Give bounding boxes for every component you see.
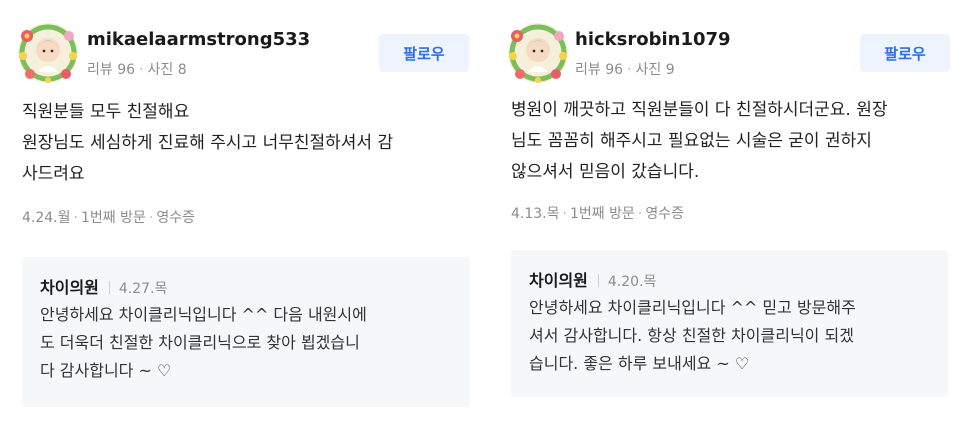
owner-reply: 차이의원 4.20.목 안녕하세요 차이클리닉입니다 ^^ 믿고 방문해주 셔서 … bbox=[511, 250, 948, 397]
separator-dot: · bbox=[73, 210, 78, 226]
separator-dot: · bbox=[637, 206, 643, 222]
receipt-label: 영수증 bbox=[645, 206, 684, 222]
review-count: 리뷰 96 bbox=[87, 62, 136, 78]
reply-date: 4.27.목 bbox=[118, 281, 168, 297]
review-line: 직원분들 모두 친절해요 bbox=[22, 102, 190, 122]
review-body[interactable]: 직원분들 모두 친절해요 원장님도 세심하게 진료해 주시고 너무친절하셔서 감… bbox=[22, 97, 452, 190]
reply-body: 안녕하세요 차이클리닉입니다 ^^ 믿고 방문해주 셔서 감사합니다. 항상 친… bbox=[529, 294, 944, 378]
reply-author: 차이의원 bbox=[529, 271, 588, 290]
avatar[interactable] bbox=[17, 22, 79, 84]
visit-info: 4.13.목 · 1번째 방문 · 영수증 bbox=[511, 203, 684, 223]
flower-wreath-avatar-icon bbox=[508, 23, 568, 83]
separator-dot: · bbox=[562, 206, 567, 222]
visit-date: 4.13.목 bbox=[511, 206, 560, 222]
visit-count: 1번째 방문 bbox=[80, 210, 146, 226]
photo-count: 사진 8 bbox=[147, 62, 187, 78]
review-count: 리뷰 96 bbox=[575, 62, 624, 78]
review-line: 사드려요 bbox=[22, 164, 85, 184]
reply-author: 차이의원 bbox=[40, 278, 99, 297]
review-line: 않으셔서 믿음이 갔습니다. bbox=[511, 162, 700, 182]
reply-line: 습니다. 좋은 하루 보내세요 ~ ♡ bbox=[529, 354, 750, 373]
visit-date: 4.24.월 bbox=[22, 210, 71, 226]
review-line: 님도 꼼꼼히 해주시고 필요없는 시술은 굳이 권하지 bbox=[511, 131, 872, 151]
follow-button[interactable]: 팔로우 bbox=[379, 34, 469, 72]
divider bbox=[108, 281, 110, 294]
review-line: 병원이 깨끗하고 직원분들이 다 친절하시더군요. 원장 bbox=[511, 100, 888, 120]
reply-line: 다 감사합니다 ~ ♡ bbox=[40, 361, 172, 380]
reviewer-username[interactable]: hicksrobin1079 bbox=[575, 29, 731, 50]
separator-dot: · bbox=[627, 62, 632, 78]
avatar[interactable] bbox=[507, 22, 569, 84]
reply-header: 차이의원 4.20.목 bbox=[529, 267, 656, 291]
separator-dot: · bbox=[139, 62, 144, 78]
reply-date: 4.20.목 bbox=[607, 274, 657, 290]
reviewer-username[interactable]: mikaelaarmstrong533 bbox=[87, 29, 310, 50]
follow-button[interactable]: 팔로우 bbox=[860, 34, 950, 72]
separator-dot: · bbox=[148, 210, 154, 226]
reply-line: 안녕하세요 차이클리닉입니다 ^^ 믿고 방문해주 bbox=[529, 298, 856, 317]
reply-body: 안녕하세요 차이클리닉입니다 ^^ 다음 내원시에 도 더욱더 친절한 차이클리… bbox=[40, 301, 455, 385]
visit-count: 1번째 방문 bbox=[569, 206, 635, 222]
receipt-label: 영수증 bbox=[156, 210, 195, 226]
visit-info: 4.24.월 · 1번째 방문 · 영수증 bbox=[22, 207, 195, 227]
reviewer-stats: 리뷰 96 · 사진 8 bbox=[87, 59, 187, 79]
review-line: 원장님도 세심하게 진료해 주시고 너무친절하셔서 감 bbox=[22, 133, 394, 153]
reply-line: 셔서 감사합니다. 항상 친절한 차이클리닉이 되겠 bbox=[529, 326, 854, 345]
divider bbox=[597, 274, 599, 287]
photo-count: 사진 9 bbox=[635, 62, 675, 78]
review-body[interactable]: 병원이 깨끗하고 직원분들이 다 친절하시더군요. 원장 님도 꼼꼼히 해주시고… bbox=[511, 95, 941, 188]
reviewer-stats: 리뷰 96 · 사진 9 bbox=[575, 59, 675, 79]
reply-line: 안녕하세요 차이클리닉입니다 ^^ 다음 내원시에 bbox=[40, 305, 367, 324]
flower-wreath-avatar-icon bbox=[18, 23, 78, 83]
review-card: mikaelaarmstrong533 리뷰 96 · 사진 8 팔로우 직원분들 … bbox=[0, 0, 490, 428]
reply-header: 차이의원 4.27.목 bbox=[40, 274, 167, 298]
owner-reply: 차이의원 4.27.목 안녕하세요 차이클리닉입니다 ^^ 다음 내원시에 도 더… bbox=[22, 257, 470, 407]
review-card: hicksrobin1079 리뷰 96 · 사진 9 팔로우 병원이 깨끗하고 직… bbox=[490, 0, 966, 428]
reply-line: 도 더욱더 친절한 차이클리닉으로 찾아 뵙겠습니 bbox=[40, 333, 360, 352]
